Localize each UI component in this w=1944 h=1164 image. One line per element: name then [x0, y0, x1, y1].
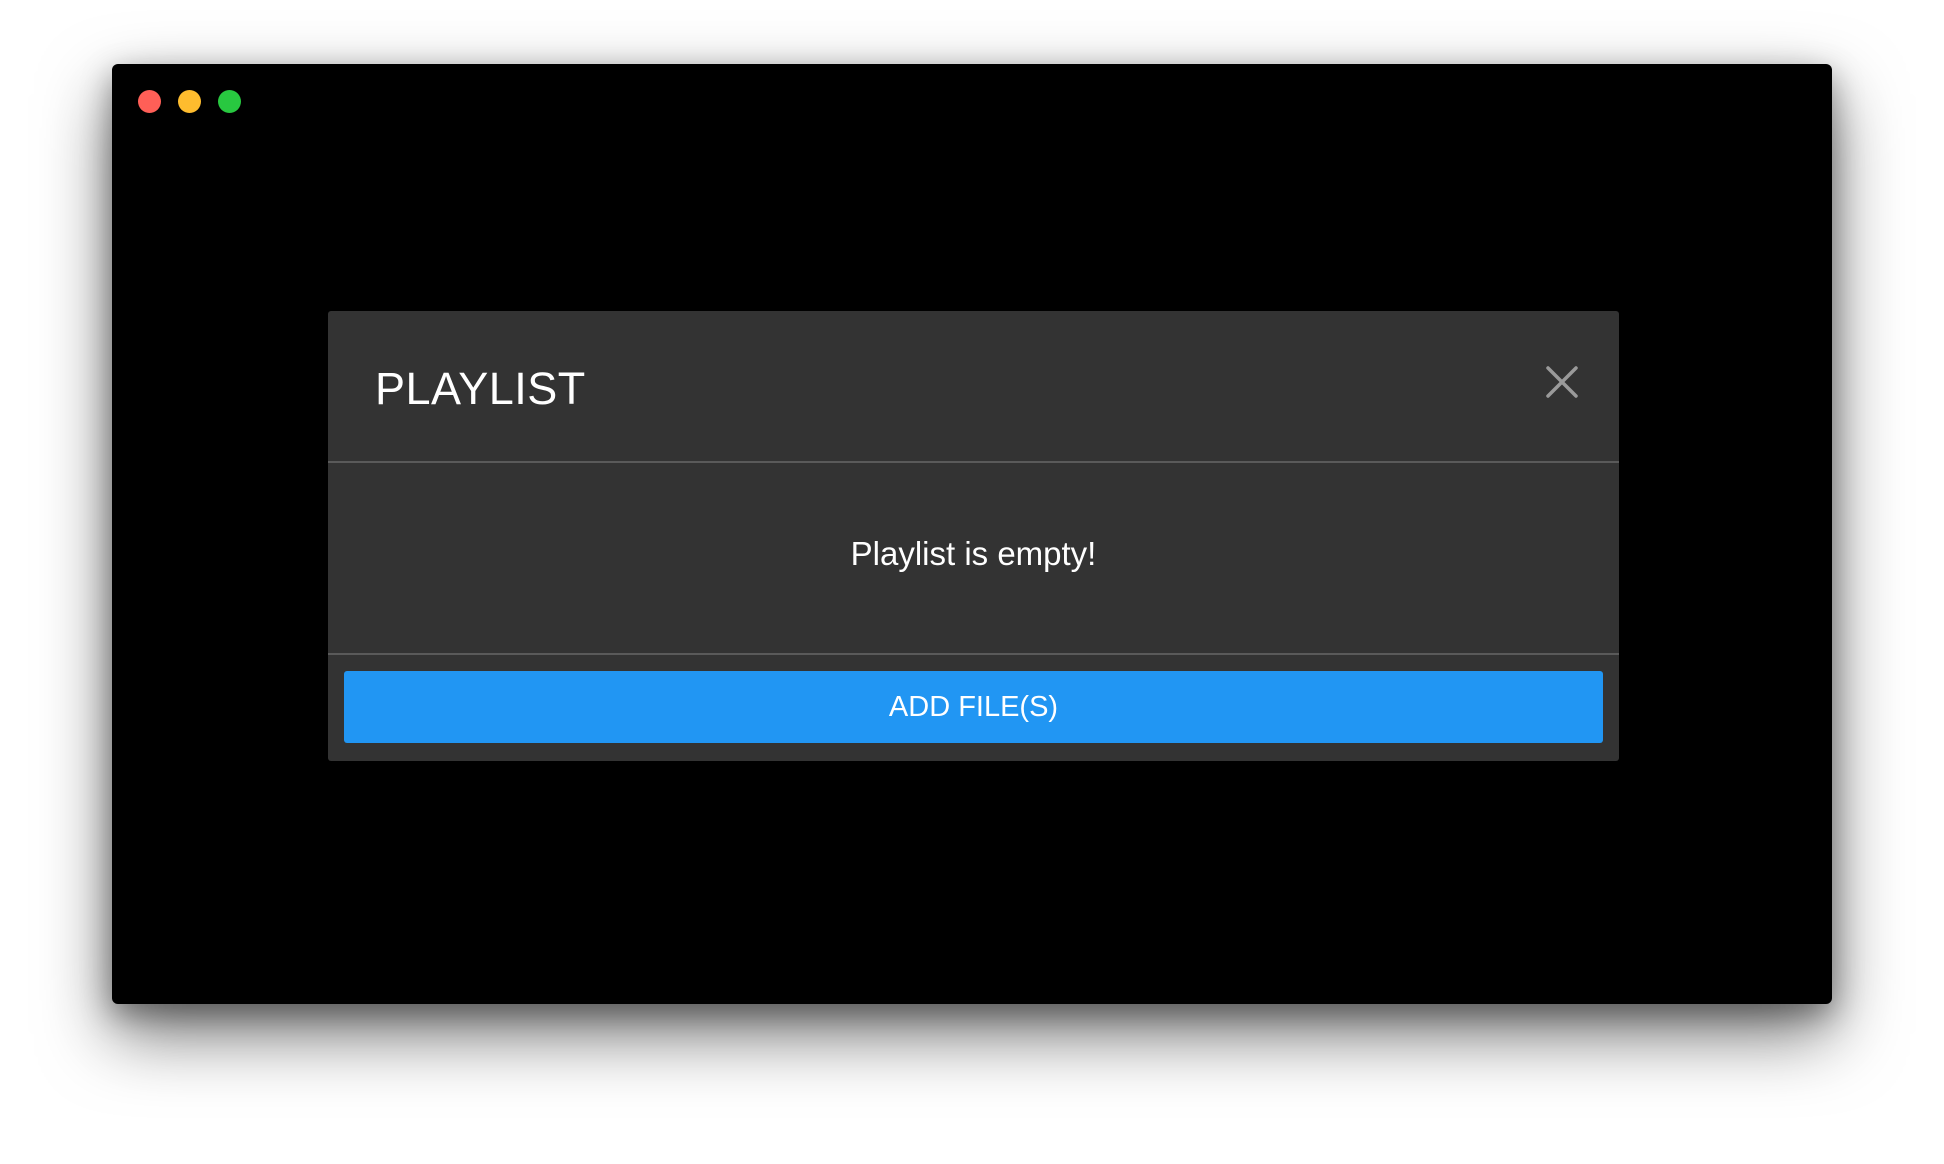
empty-playlist-message: Playlist is empty! [850, 535, 1097, 572]
add-files-button[interactable]: ADD FILE(S) [344, 671, 1603, 743]
window-controls [138, 90, 241, 113]
window-minimize-button[interactable] [178, 90, 201, 113]
app-window: PLAYLIST Playlist is empty! ADD FILE(S) [112, 64, 1832, 1004]
dialog-body: Playlist is empty! [328, 463, 1619, 655]
window-close-button[interactable] [138, 90, 161, 113]
dialog-footer: ADD FILE(S) [328, 655, 1619, 759]
close-icon [1546, 366, 1578, 398]
playlist-dialog: PLAYLIST Playlist is empty! ADD FILE(S) [328, 311, 1619, 761]
dialog-header: PLAYLIST [328, 311, 1619, 463]
dialog-close-button[interactable] [1543, 363, 1581, 401]
dialog-title: PLAYLIST [375, 363, 586, 414]
window-maximize-button[interactable] [218, 90, 241, 113]
